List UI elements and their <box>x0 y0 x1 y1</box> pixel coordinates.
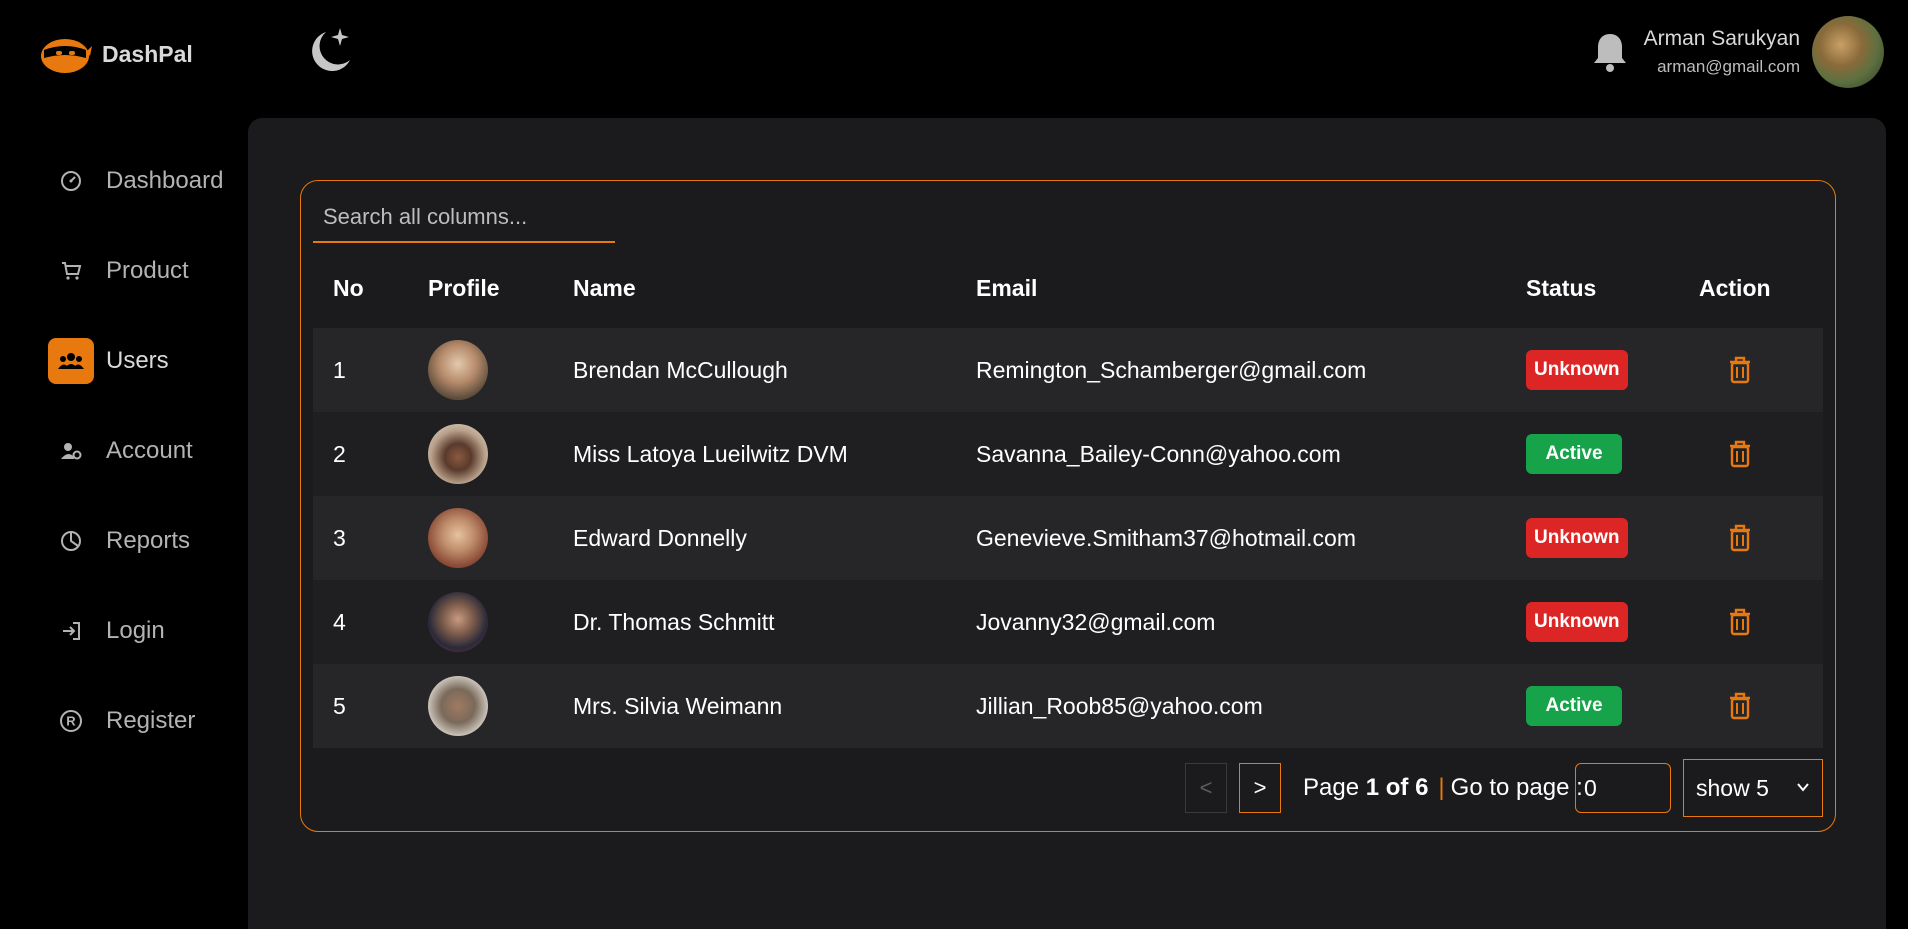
page-of: 1 of 6 <box>1365 774 1429 801</box>
user-email: arman@gmail.com <box>1657 57 1800 76</box>
column-header-action: Action <box>1699 275 1771 301</box>
status-badge: Unknown <box>1526 518 1628 558</box>
sidebar-item-account[interactable]: Account <box>48 428 248 474</box>
table-row: 3 Edward Donnelly Genevieve.Smitham37@ho… <box>313 496 1823 580</box>
users-icon <box>48 338 94 384</box>
page-size-select[interactable]: show 5 <box>1683 759 1823 817</box>
user-email-cell: Jovanny32@gmail.com <box>976 608 1216 635</box>
gauge-icon <box>48 158 94 204</box>
row-number: 4 <box>333 608 346 635</box>
sidebar: Dashboard Product Users Account Reports … <box>0 96 248 929</box>
sidebar-item-label: Product <box>106 257 189 284</box>
column-header-email: Email <box>976 275 1038 301</box>
sidebar-item-label: Register <box>106 707 196 734</box>
user-name: Arman Sarukyan <box>1643 27 1800 50</box>
table-row: 4 Dr. Thomas Schmitt Jovanny32@gmail.com… <box>313 580 1823 664</box>
ninja-logo-icon <box>41 39 92 73</box>
goto-page-input[interactable] <box>1575 763 1671 813</box>
profile-avatar <box>428 592 488 652</box>
user-name-cell: Dr. Thomas Schmitt <box>573 608 775 635</box>
column-header-profile: Profile <box>428 275 500 301</box>
table-row: 5 Mrs. Silvia Weimann Jillian_Roob85@yah… <box>313 664 1823 748</box>
page-word: Page <box>1303 774 1360 801</box>
profile-avatar <box>428 676 488 736</box>
status-badge: Unknown <box>1526 602 1628 642</box>
prev-page-button[interactable]: < <box>1185 763 1227 813</box>
users-table-card: No Profile Name Email Status Action 1 Br… <box>300 180 1836 832</box>
user-gear-icon <box>48 428 94 474</box>
login-icon <box>48 608 94 654</box>
sidebar-item-dashboard[interactable]: Dashboard <box>48 158 248 204</box>
user-name-cell: Brendan McCullough <box>573 356 788 383</box>
goto-label: Go to page : <box>1450 774 1583 801</box>
page-size-value: show 5 <box>1696 774 1769 801</box>
user-info: Arman Sarukyan arman@gmail.com <box>1644 24 1800 80</box>
sidebar-item-label: Login <box>106 617 165 644</box>
cart-icon <box>48 248 94 294</box>
table-row: 2 Miss Latoya Lueilwitz DVM Savanna_Bail… <box>313 412 1823 496</box>
search-input[interactable] <box>313 193 615 243</box>
brand-logo[interactable]: DashPal <box>38 34 193 74</box>
profile-avatar <box>428 508 488 568</box>
status-badge: Unknown <box>1526 350 1628 390</box>
row-number: 2 <box>333 440 346 467</box>
bell-icon[interactable] <box>1590 30 1630 74</box>
chevron-down-icon <box>1797 783 1809 792</box>
page-indicator: Page 1 of 6 | Go to page : <box>1303 763 1583 813</box>
trash-icon[interactable] <box>1727 523 1753 553</box>
table-body: 1 Brendan McCullough Remington_Schamberg… <box>313 328 1823 748</box>
user-name-cell: Mrs. Silvia Weimann <box>573 692 783 719</box>
sidebar-item-users[interactable]: Users <box>48 338 248 384</box>
user-email-cell: Savanna_Bailey-Conn@yahoo.com <box>976 440 1341 467</box>
user-email-cell: Remington_Schamberger@gmail.com <box>976 356 1367 383</box>
pie-chart-icon <box>48 518 94 564</box>
user-name-cell: Edward Donnelly <box>573 524 747 551</box>
user-name-cell: Miss Latoya Lueilwitz DVM <box>573 440 848 467</box>
moon-icon[interactable] <box>300 24 356 80</box>
main-panel: No Profile Name Email Status Action 1 Br… <box>248 118 1886 929</box>
sidebar-item-label: Dashboard <box>106 167 224 194</box>
user-email-cell: Genevieve.Smitham37@hotmail.com <box>976 524 1357 551</box>
status-badge: Active <box>1526 434 1622 474</box>
next-page-button[interactable]: > <box>1239 763 1281 813</box>
status-badge: Active <box>1526 686 1622 726</box>
column-header-no: No <box>333 275 364 301</box>
column-header-name: Name <box>573 275 636 301</box>
profile-avatar <box>428 424 488 484</box>
sidebar-item-label: Reports <box>106 527 191 554</box>
svg-text:R: R <box>66 714 76 729</box>
trash-icon[interactable] <box>1727 691 1753 721</box>
user-avatar[interactable] <box>1812 16 1884 88</box>
column-header-status: Status <box>1526 275 1597 301</box>
brand-name: DashPal <box>102 40 193 67</box>
table-row: 1 Brendan McCullough Remington_Schamberg… <box>313 328 1823 412</box>
table-header: No Profile Name Email Status Action <box>313 275 1823 301</box>
sidebar-item-register[interactable]: R Register <box>48 698 248 744</box>
registered-icon: R <box>48 698 94 744</box>
trash-icon[interactable] <box>1727 607 1753 637</box>
trash-icon[interactable] <box>1727 355 1753 385</box>
user-email-cell: Jillian_Roob85@yahoo.com <box>976 692 1263 719</box>
sidebar-item-reports[interactable]: Reports <box>48 518 248 564</box>
profile-avatar <box>428 340 488 400</box>
sidebar-item-product[interactable]: Product <box>48 248 248 294</box>
separator: | <box>1438 774 1445 801</box>
sidebar-item-label: Users <box>106 347 169 374</box>
row-number: 1 <box>333 356 346 383</box>
sidebar-item-login[interactable]: Login <box>48 608 248 654</box>
sidebar-item-label: Account <box>106 437 193 464</box>
trash-icon[interactable] <box>1727 439 1753 469</box>
row-number: 5 <box>333 692 346 719</box>
row-number: 3 <box>333 524 346 551</box>
